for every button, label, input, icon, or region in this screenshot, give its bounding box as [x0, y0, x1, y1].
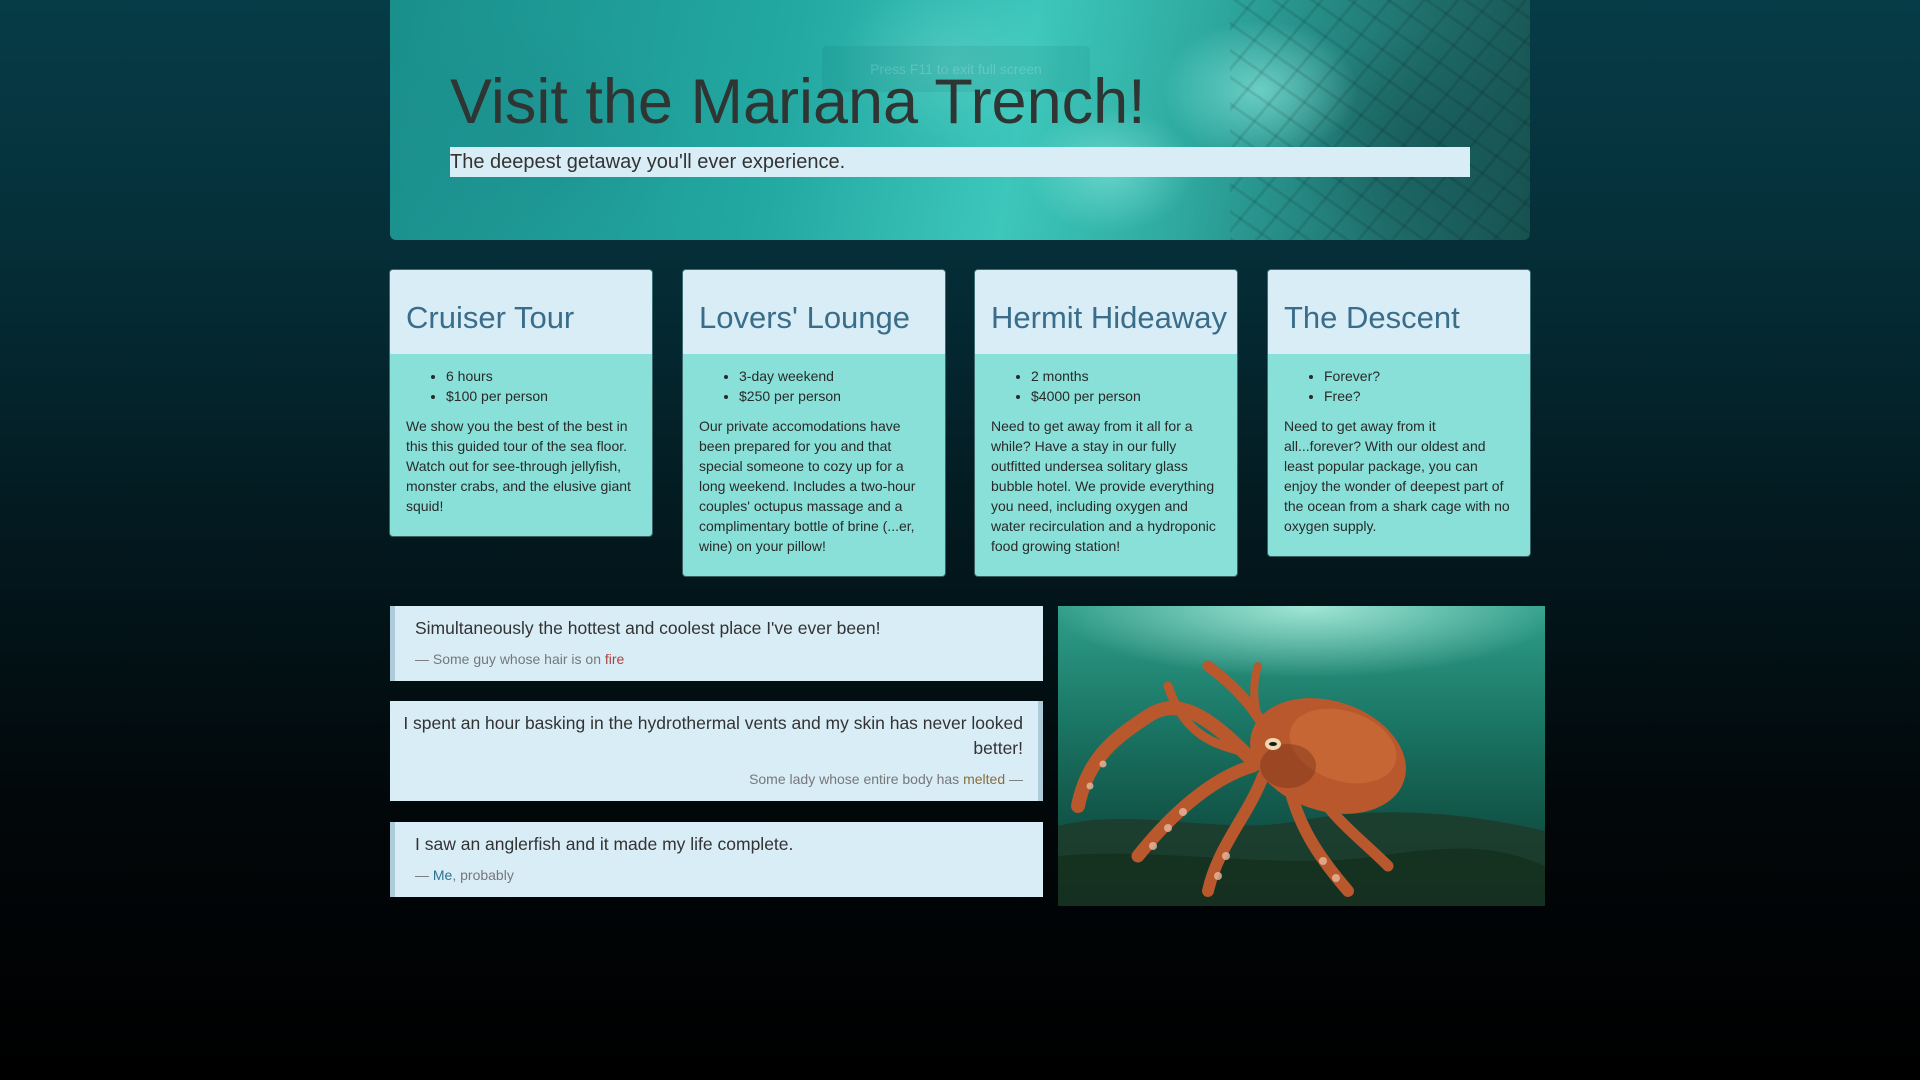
card-detail-price: $250 per person: [739, 386, 929, 406]
attribution-highlight: melted: [963, 771, 1006, 787]
card-details-list: Forever? Free?: [1284, 366, 1514, 406]
attribution-suffix: —: [1005, 771, 1023, 787]
card-detail-duration: 6 hours: [446, 366, 636, 386]
testimonial-quote: I saw an anglerfish and it made my life …: [415, 834, 794, 854]
package-card-hermit-hideaway: Hermit Hideaway 2 months $4000 per perso…: [975, 270, 1237, 576]
octopus-illustration: [1058, 660, 1545, 906]
card-header: Cruiser Tour: [390, 270, 652, 354]
card-detail-duration: 2 months: [1031, 366, 1221, 386]
hero-background-rocks: [1230, 0, 1530, 240]
attribution-suffix: , probably: [452, 867, 514, 883]
hero-banner: Press F11 to exit full screen Visit the …: [390, 0, 1530, 240]
testimonial-attribution: — Some guy whose hair is on fire: [415, 649, 1023, 669]
card-detail-price: $4000 per person: [1031, 386, 1221, 406]
card-title: Hermit Hideaway: [991, 300, 1228, 335]
attribution-highlight: Me: [432, 867, 453, 883]
card-details-list: 3-day weekend $250 per person: [699, 366, 929, 406]
testimonial-quote: Simultaneously the hottest and coolest p…: [415, 618, 881, 638]
testimonial: I saw an anglerfish and it made my life …: [390, 822, 1043, 897]
card-description: Need to get away from it all...forever? …: [1284, 418, 1510, 534]
attribution-text: — Some guy whose hair is on: [415, 651, 605, 667]
attribution-highlight: fire: [604, 651, 625, 667]
card-detail-duration: 3-day weekend: [739, 366, 929, 386]
testimonial-attribution: Some lady whose entire body has melted —: [400, 769, 1023, 789]
card-details-list: 2 months $4000 per person: [991, 366, 1221, 406]
testimonial-quote: I spent an hour basking in the hydrother…: [403, 713, 1023, 758]
card-description: Our private accomodations have been prep…: [699, 418, 916, 554]
package-card-cruiser-tour: Cruiser Tour 6 hours $100 per person We …: [390, 270, 652, 536]
card-description: We show you the best of the best in this…: [406, 418, 631, 514]
card-body: Forever? Free? Need to get away from it …: [1268, 354, 1530, 556]
card-body: 3-day weekend $250 per person Our privat…: [683, 354, 945, 576]
page-title: Visit the Mariana Trench!: [450, 67, 1146, 137]
card-header: Lovers' Lounge: [683, 270, 945, 354]
card-title: Lovers' Lounge: [699, 300, 911, 335]
page-subtitle: The deepest getaway you'll ever experien…: [450, 147, 1470, 177]
card-body: 6 hours $100 per person We show you the …: [390, 354, 652, 536]
testimonial: Simultaneously the hottest and coolest p…: [390, 606, 1043, 681]
card-detail-price: Free?: [1324, 386, 1514, 406]
card-title: The Descent: [1284, 300, 1460, 335]
card-description: Need to get away from it all for a while…: [991, 418, 1216, 554]
card-header: Hermit Hideaway: [975, 270, 1237, 354]
testimonial-reverse: I spent an hour basking in the hydrother…: [390, 701, 1043, 801]
testimonial-attribution: — Me, probably: [415, 865, 1023, 885]
attribution-text: Some lady whose entire body has: [749, 771, 964, 787]
octopus-photo: [1058, 606, 1545, 906]
card-title: Cruiser Tour: [406, 300, 575, 335]
card-body: 2 months $4000 per person Need to get aw…: [975, 354, 1237, 576]
card-detail-price: $100 per person: [446, 386, 636, 406]
attribution-text: —: [415, 867, 433, 883]
package-card-the-descent: The Descent Forever? Free? Need to get a…: [1268, 270, 1530, 556]
card-detail-duration: Forever?: [1324, 366, 1514, 386]
card-header: The Descent: [1268, 270, 1530, 354]
card-details-list: 6 hours $100 per person: [406, 366, 636, 406]
package-card-lovers-lounge: Lovers' Lounge 3-day weekend $250 per pe…: [683, 270, 945, 576]
